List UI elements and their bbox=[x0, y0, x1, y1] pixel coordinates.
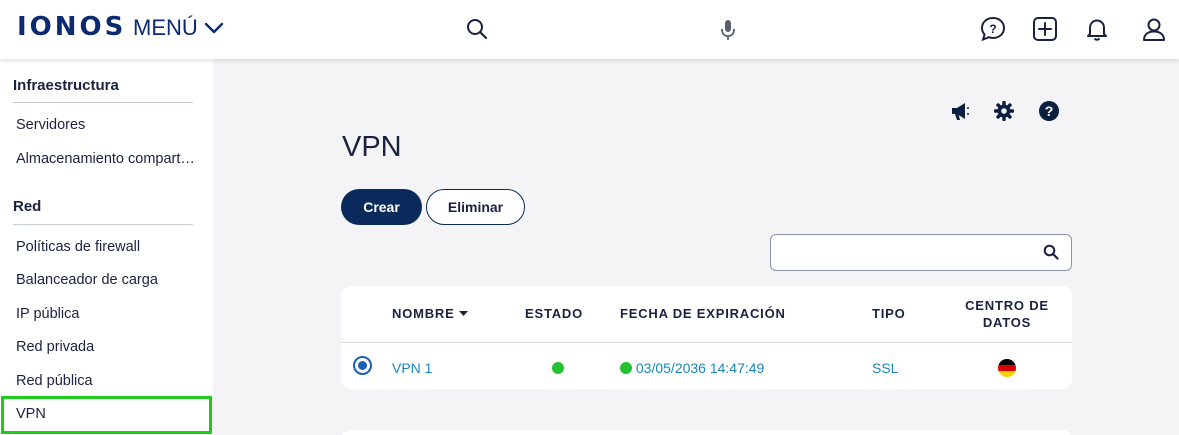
sidebar-divider bbox=[13, 102, 193, 103]
expiration-value: 03/05/2036 14:47:49 bbox=[635, 360, 765, 376]
svg-text:?: ? bbox=[989, 22, 996, 36]
delete-button[interactable]: Eliminar bbox=[426, 189, 525, 225]
settings-icon[interactable] bbox=[992, 99, 1016, 123]
sidebar-item-red-privada[interactable]: Red privada bbox=[16, 339, 94, 355]
sidebar-item-servidores[interactable]: Servidores bbox=[16, 117, 85, 133]
sidebar-item-balanceador[interactable]: Balanceador de carga bbox=[16, 272, 158, 288]
column-header-centro: CENTRO DE DATOS bbox=[965, 298, 1049, 330]
svg-text:?: ? bbox=[1045, 103, 1054, 119]
search-icon[interactable] bbox=[1043, 244, 1059, 260]
germany-flag-icon bbox=[998, 359, 1016, 377]
vpn-name-link[interactable]: VPN 1 bbox=[392, 360, 432, 376]
selected-item-highlight bbox=[1, 396, 212, 434]
sidebar-item-almacenamiento[interactable]: Almacenamiento compart… bbox=[16, 151, 195, 167]
sidebar-divider bbox=[13, 224, 193, 225]
announcement-icon[interactable] bbox=[948, 99, 972, 123]
menu-button[interactable]: MENÚ bbox=[133, 15, 224, 41]
sidebar-item-firewall[interactable]: Políticas de firewall bbox=[16, 239, 140, 255]
status-dot bbox=[552, 362, 564, 374]
notifications-icon[interactable] bbox=[1082, 14, 1112, 44]
column-header-tipo: TIPO bbox=[872, 306, 906, 321]
status-indicator bbox=[552, 360, 564, 376]
create-button[interactable]: Crear bbox=[341, 189, 422, 225]
sidebar-item-ip-publica[interactable]: IP pública bbox=[16, 306, 79, 322]
vpn-table: NOMBRE ESTADO FECHA DE EXPIRACIÓN TIPO C… bbox=[341, 286, 1072, 389]
add-icon[interactable] bbox=[1030, 14, 1060, 44]
column-header-fecha: FECHA DE EXPIRACIÓN bbox=[620, 306, 786, 321]
search-input[interactable] bbox=[779, 241, 1034, 263]
expiration-date: 03/05/2036 14:47:49 bbox=[620, 360, 764, 376]
page-title: VPN bbox=[342, 131, 402, 163]
search-box bbox=[770, 234, 1072, 271]
menu-label: MENÚ bbox=[133, 15, 198, 40]
chevron-down-icon bbox=[204, 22, 223, 34]
sort-desc-icon bbox=[458, 310, 468, 316]
status-dot bbox=[620, 362, 632, 374]
search-icon[interactable] bbox=[462, 14, 492, 44]
secondary-card bbox=[341, 430, 1072, 435]
sidebar-section-infraestructura: Infraestructura bbox=[13, 77, 119, 94]
user-icon[interactable] bbox=[1139, 14, 1169, 44]
ionos-logo[interactable]: IONOS bbox=[17, 12, 126, 42]
vpn-type: SSL bbox=[872, 360, 899, 376]
help-chat-icon[interactable]: ? bbox=[978, 14, 1008, 44]
help-icon[interactable]: ? bbox=[1037, 99, 1061, 123]
top-bar: IONOS MENÚ ? bbox=[0, 0, 1179, 59]
row-select-radio[interactable] bbox=[353, 356, 372, 375]
column-header-nombre[interactable]: NOMBRE bbox=[392, 306, 468, 321]
microphone-icon[interactable] bbox=[713, 14, 743, 44]
header-divider bbox=[341, 342, 1072, 343]
column-header-estado: ESTADO bbox=[525, 306, 584, 321]
sidebar-item-red-publica[interactable]: Red pública bbox=[16, 373, 93, 389]
sidebar-section-red: Red bbox=[13, 198, 42, 215]
column-label: NOMBRE bbox=[392, 306, 455, 321]
